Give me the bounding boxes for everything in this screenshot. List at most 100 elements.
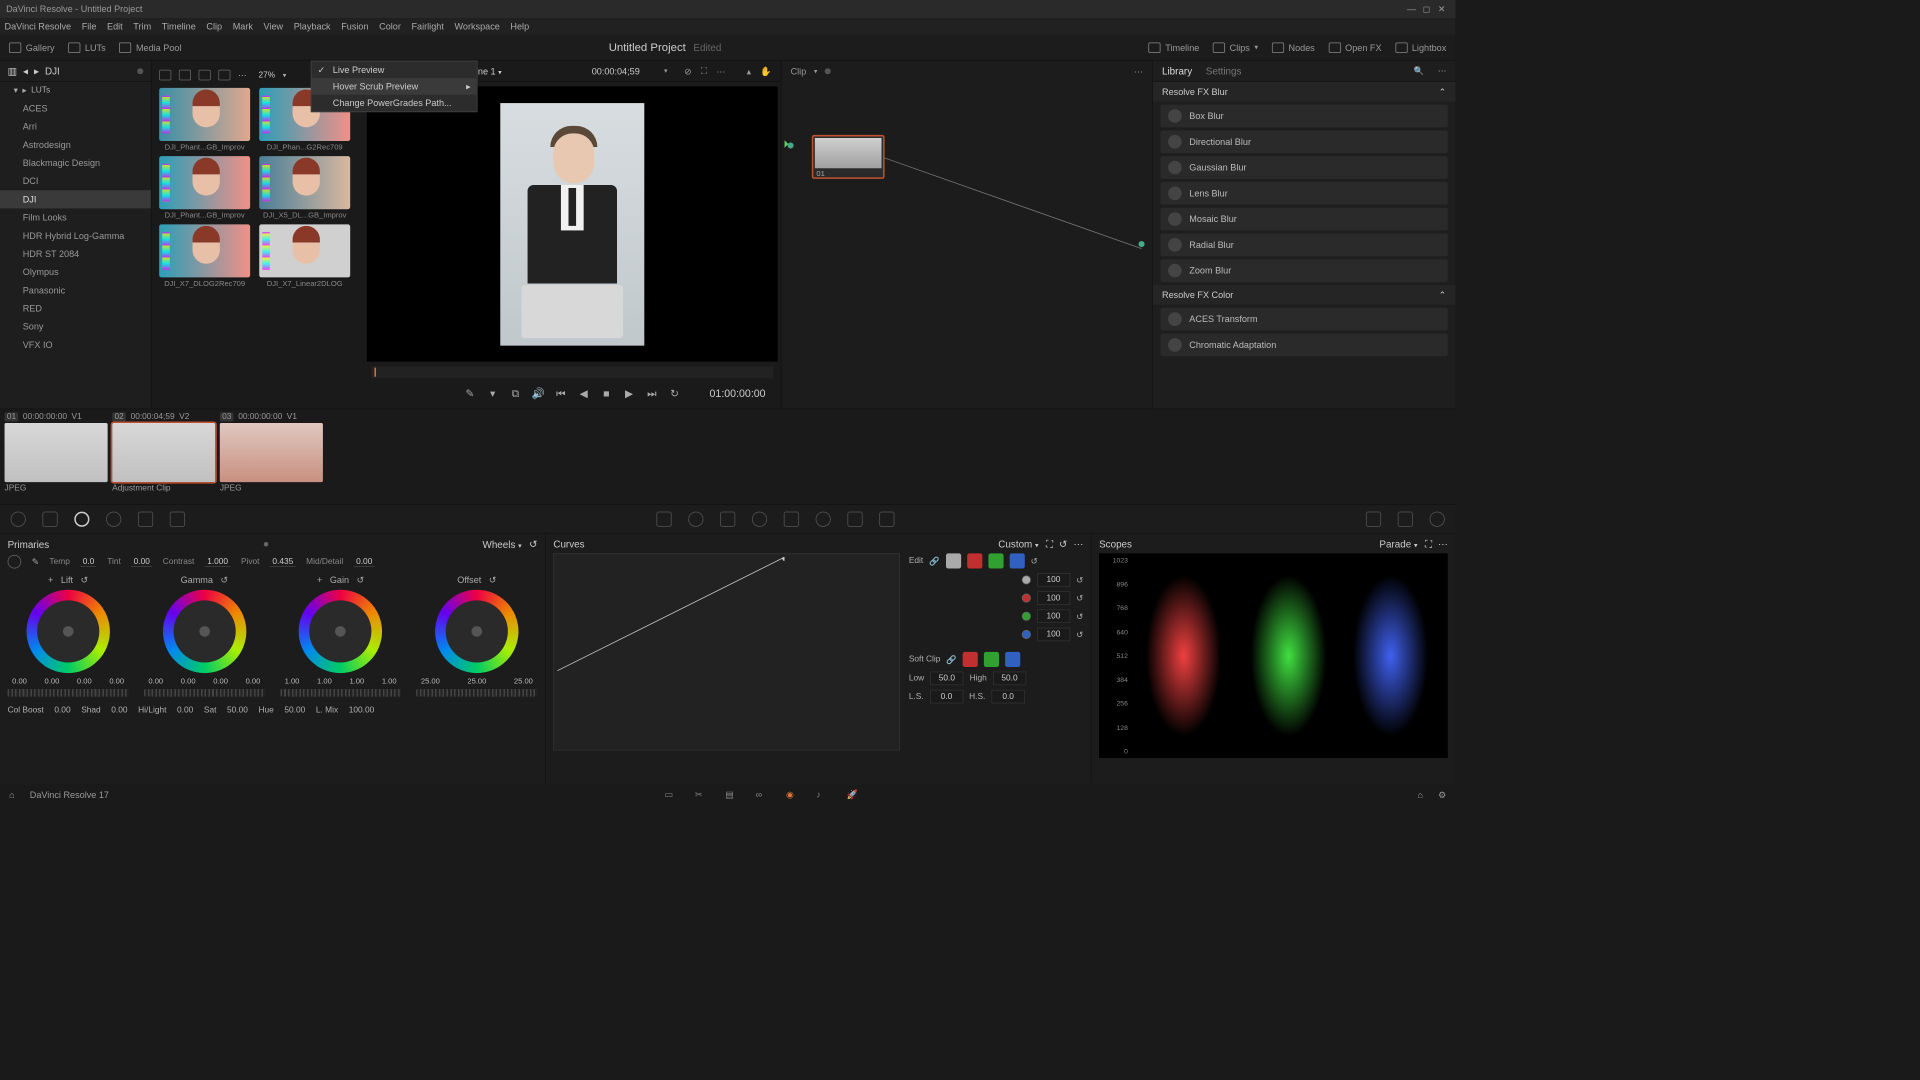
menu-item[interactable]: DaVinci Resolve [5, 21, 72, 32]
more-icon[interactable]: ⋯ [238, 70, 246, 80]
timeline-button[interactable]: Timeline [1149, 42, 1200, 53]
project-settings-icon[interactable]: ⌂ [1417, 790, 1422, 801]
temp-value[interactable]: 0.0 [80, 557, 96, 567]
lut-folder[interactable]: Film Looks [0, 208, 151, 226]
lut-folder[interactable]: Panasonic [0, 281, 151, 299]
stop-icon[interactable]: ■ [601, 388, 612, 399]
edit-page-icon[interactable]: ▤ [725, 789, 740, 801]
channel-g-button[interactable] [988, 553, 1003, 568]
channel-b-button[interactable] [1009, 553, 1024, 568]
curve-canvas[interactable] [553, 553, 899, 750]
menu-item[interactable]: File [82, 21, 97, 32]
master-slider[interactable] [8, 689, 129, 697]
menu-item[interactable]: Timeline [162, 21, 196, 32]
picker-icon[interactable]: + [48, 575, 53, 586]
scopes-tool-icon[interactable] [1398, 511, 1413, 526]
color-wheel[interactable] [435, 590, 518, 673]
fx-item[interactable]: Zoom Blur [1160, 259, 1447, 282]
keyframe-tool-icon[interactable] [1366, 511, 1381, 526]
stereo-tool-icon[interactable] [720, 511, 735, 526]
cut-page-icon[interactable]: ✂ [695, 789, 710, 801]
shad-value[interactable]: 0.00 [111, 706, 127, 715]
menu-item[interactable]: Edit [107, 21, 123, 32]
fx-section-header[interactable]: Resolve FX Blur⌃ [1153, 82, 1455, 102]
panel-toggle-icon[interactable]: ▥ [8, 65, 17, 77]
hs-value[interactable] [991, 690, 1024, 704]
hilight-value[interactable]: 0.00 [177, 706, 193, 715]
color-wheel[interactable] [163, 590, 246, 673]
collapse-icon[interactable]: ⌃ [1439, 86, 1447, 97]
tool-icon[interactable] [784, 511, 799, 526]
lut-thumb[interactable]: DJI_Phant...GB_Improv [159, 156, 250, 220]
collapse-icon[interactable]: ⌃ [1439, 290, 1447, 301]
lut-folder[interactable]: RED [0, 299, 151, 317]
menu-item[interactable]: Trim [133, 21, 151, 32]
play-icon[interactable]: ▶ [624, 388, 635, 399]
color-page-icon[interactable]: ◉ [786, 789, 801, 801]
menu-item[interactable]: Playback [294, 21, 331, 32]
menu-item[interactable]: Mark [233, 21, 253, 32]
sat-value[interactable]: 50.00 [227, 706, 248, 715]
next-frame-icon[interactable]: ⏭ [647, 388, 658, 399]
more-icon[interactable]: ⋯ [716, 66, 725, 77]
expand-icon[interactable]: ⛶ [1046, 538, 1053, 550]
node-input-icon[interactable] [788, 143, 794, 149]
luts-button[interactable]: LUTs [68, 42, 105, 53]
nodes-button[interactable]: Nodes [1272, 42, 1315, 53]
timeline-timecode[interactable]: 00:00:04;59 [592, 66, 640, 77]
reset-icon[interactable]: ↺ [1076, 611, 1083, 621]
ch-value[interactable] [1037, 628, 1070, 642]
fx-item[interactable]: Mosaic Blur [1160, 208, 1447, 231]
clip-thumb[interactable]: 0200:00:04;59V2 Adjustment Clip [112, 412, 215, 501]
curves-tool-icon[interactable] [11, 511, 26, 526]
lut-folder[interactable]: HDR Hybrid Log-Gamma [0, 227, 151, 245]
master-slider[interactable] [144, 689, 265, 697]
openfx-button[interactable]: Open FX [1328, 42, 1381, 53]
lut-folder[interactable]: Blackmagic Design [0, 154, 151, 172]
clip-thumb[interactable]: 0300:00:00:00V1 JPEG [220, 412, 323, 501]
menu-item[interactable]: Fairlight [411, 21, 443, 32]
search-icon[interactable] [218, 70, 230, 81]
contrast-value[interactable]: 1.000 [205, 557, 230, 567]
fwd-icon[interactable]: ▸ [34, 65, 39, 77]
channel-dot[interactable] [1022, 594, 1031, 603]
reset-icon[interactable]: ↺ [1076, 593, 1083, 603]
low-value[interactable] [930, 672, 963, 686]
lut-folder[interactable]: DJI [0, 190, 151, 208]
sort-icon[interactable] [159, 70, 171, 81]
ch-value[interactable] [1037, 573, 1070, 587]
split-icon[interactable]: ⧉ [510, 388, 521, 399]
tool-icon[interactable] [752, 511, 767, 526]
tool-icon[interactable] [847, 511, 862, 526]
hand-icon[interactable]: ✋ [760, 66, 771, 77]
picker-icon[interactable]: + [317, 575, 322, 586]
mute-icon[interactable]: 🔊 [533, 388, 544, 399]
pointer-icon[interactable]: ▴ [747, 66, 752, 77]
node-canvas[interactable]: 01 [781, 82, 1152, 385]
pivot-value[interactable]: 0.435 [270, 557, 295, 567]
node[interactable]: 01 [812, 135, 885, 179]
colboost-value[interactable]: 0.00 [54, 706, 70, 715]
lut-folder[interactable]: HDR ST 2084 [0, 245, 151, 263]
lut-folder[interactable]: Olympus [0, 263, 151, 281]
fx-item[interactable]: Box Blur [1160, 105, 1447, 128]
lut-thumb[interactable]: DJI_Phant...GB_Improv [159, 88, 250, 152]
channel-dot[interactable] [1022, 575, 1031, 584]
blur-tool-icon[interactable] [138, 511, 153, 526]
settings-icon[interactable]: ⚙ [1438, 790, 1446, 801]
fx-item[interactable]: Radial Blur [1160, 233, 1447, 256]
bypass-icon[interactable]: ⊘ [684, 66, 692, 77]
deliver-page-icon[interactable]: 🚀 [847, 789, 862, 801]
close-icon[interactable]: ✕ [1434, 4, 1449, 15]
sizing-tool-icon[interactable] [656, 511, 671, 526]
wheels-mode[interactable]: Wheels ▾ [483, 539, 522, 550]
more-icon[interactable]: ⋯ [1073, 538, 1083, 550]
channel-dot[interactable] [1022, 612, 1031, 621]
clips-button[interactable]: Clips▾ [1213, 42, 1258, 53]
ch-value[interactable] [1037, 609, 1070, 623]
reset-icon[interactable]: ↺ [221, 575, 229, 586]
key-tool-icon[interactable] [170, 511, 185, 526]
reset-icon[interactable]: ↺ [1059, 538, 1067, 550]
reset-icon[interactable]: ↺ [489, 575, 497, 586]
expand-icon[interactable]: ⛶ [1425, 538, 1432, 550]
